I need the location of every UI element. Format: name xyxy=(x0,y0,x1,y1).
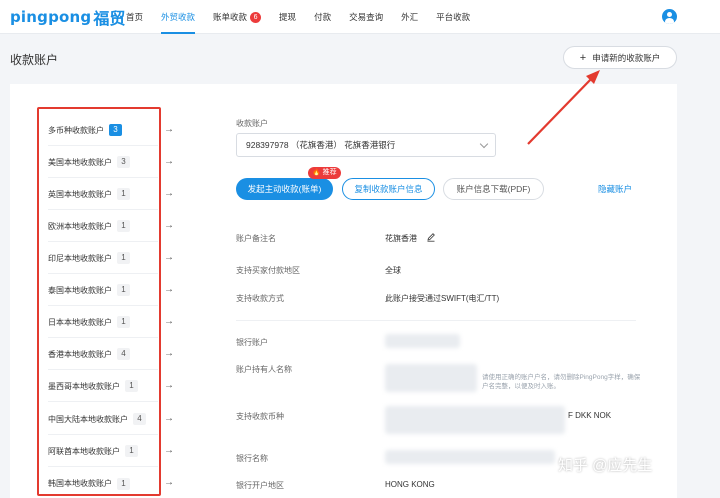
nav-item-transactions[interactable]: 交易查询 xyxy=(349,0,383,34)
nav-item-trade-receipt[interactable]: 外贸收款 xyxy=(161,0,196,34)
arrow-right-icon[interactable]: → xyxy=(164,156,174,167)
field-label: 支持收款币种 xyxy=(236,412,284,421)
account-item[interactable]: 英国本地收款账户 1 xyxy=(48,179,158,210)
nav-item-home[interactable]: 首页 xyxy=(126,0,143,34)
annotation-arrow-icon xyxy=(527,70,600,145)
field-label: 银行名称 xyxy=(236,454,268,463)
account-select-value: 928397978 （花旗香港） 花旗香港银行 xyxy=(246,140,396,150)
account-item[interactable]: 泰国本地收款账户 1 xyxy=(48,275,158,306)
divider xyxy=(236,320,636,321)
select-label: 收款账户 xyxy=(236,119,268,128)
count-badge: 3 xyxy=(109,124,122,136)
field-label: 支持收款方式 xyxy=(236,294,284,303)
arrow-right-icon[interactable]: → xyxy=(164,477,174,488)
recommend-badge: 🔥 推荐 xyxy=(308,167,341,179)
count-badge: 1 xyxy=(125,445,138,457)
copy-account-info-button[interactable]: 复制收款账户信息 xyxy=(342,178,435,200)
account-item[interactable]: 香港本地收款账户 4 xyxy=(48,339,158,370)
arrow-right-icon[interactable]: → xyxy=(164,124,174,135)
arrow-right-icon[interactable]: → xyxy=(164,252,174,263)
field-value: HONG KONG xyxy=(385,480,435,489)
arrow-right-icon[interactable]: → xyxy=(164,316,174,327)
count-badge: 1 xyxy=(117,188,130,200)
nav-item-withdraw[interactable]: 提现 xyxy=(279,0,296,34)
edit-icon[interactable] xyxy=(426,232,436,242)
arrow-right-icon[interactable]: → xyxy=(164,380,174,391)
redacted-currencies xyxy=(385,406,565,434)
account-item[interactable]: 美国本地收款账户 3 xyxy=(48,147,158,178)
arrow-right-icon[interactable]: → xyxy=(164,445,174,456)
account-item[interactable]: 欧洲本地收款账户 1 xyxy=(48,211,158,242)
account-item[interactable]: 印尼本地收款账户 1 xyxy=(48,243,158,274)
field-value: F DKK NOK xyxy=(568,411,612,420)
initiate-receipt-button[interactable]: 发起主动收款(账单) xyxy=(236,178,333,200)
redacted-bank-account xyxy=(385,334,460,348)
account-list: 多币种收款账户 3 美国本地收款账户 3 英国本地收款账户 1 欧洲本地收款账户 1 印… xyxy=(37,107,161,496)
count-badge: 1 xyxy=(117,477,130,490)
hide-account-link[interactable]: 隐藏账户 xyxy=(598,183,632,195)
account-select[interactable]: 928397978 （花旗香港） 花旗香港银行 xyxy=(236,133,496,157)
count-badge: 1 xyxy=(117,284,130,296)
field-label: 支持买家付款地区 xyxy=(236,266,300,275)
field-value: 此账户接受通过SWIFT(电汇/TT) xyxy=(385,294,500,303)
page-title: 收款账户 xyxy=(10,53,59,67)
field-value: 全球 xyxy=(385,266,401,275)
logo-text-cn: 福贸 xyxy=(93,9,126,28)
field-label: 账户持有人名称 xyxy=(236,365,292,374)
count-badge: 4 xyxy=(117,348,130,360)
pingpong-logo[interactable]: pingpong 福贸 xyxy=(10,6,125,28)
field-label: 银行账户 xyxy=(236,338,268,347)
count-badge: 1 xyxy=(117,220,130,232)
account-item[interactable]: 多币种收款账户 3 xyxy=(48,115,158,146)
top-navigation-bar: pingpong 福贸 首页 外贸收款 账单收款 6 提现 付款 交易查询 外汇 … xyxy=(0,0,720,34)
account-item[interactable]: 墨西哥本地收款账户 1 xyxy=(48,371,158,402)
user-avatar-icon[interactable] xyxy=(662,9,677,24)
download-pdf-button[interactable]: 账户信息下载(PDF) xyxy=(443,178,544,200)
field-label: 银行开户地区 xyxy=(236,481,284,490)
count-badge: 1 xyxy=(125,380,138,392)
account-item[interactable]: 阿联酋本地收款账户 1 xyxy=(48,436,158,467)
count-badge: 1 xyxy=(117,316,130,328)
field-label: 账户备注名 xyxy=(236,234,276,243)
notification-badge: 6 xyxy=(250,12,262,23)
arrow-right-icon[interactable]: → xyxy=(164,220,174,231)
nav-item-fx[interactable]: 外汇 xyxy=(401,0,418,34)
count-badge: 3 xyxy=(117,156,130,168)
zhihu-watermark: 知乎 @应先生 xyxy=(558,457,653,474)
account-item[interactable]: 日本本地收款账户 1 xyxy=(48,307,158,338)
account-item[interactable]: 韩国本地收款账户 1 xyxy=(48,468,158,498)
nav-item-bill-receipt[interactable]: 账单收款 6 xyxy=(213,0,262,34)
arrow-right-icon[interactable]: → xyxy=(164,348,174,359)
account-item[interactable]: 中国大陆本地收款账户 4 xyxy=(48,404,158,435)
chevron-down-icon xyxy=(479,139,489,149)
count-badge: 1 xyxy=(117,252,130,264)
redacted-bank-name xyxy=(385,450,555,464)
main-nav: 首页 外贸收款 账单收款 6 提现 付款 交易查询 外汇 平台收款 xyxy=(126,0,488,34)
count-badge: 4 xyxy=(133,413,146,425)
holder-name-hint: 请使用正确的账户户名，请勿删除PingPong字样，确保户名完整，以便及时入账。 xyxy=(482,374,641,390)
plus-icon: + xyxy=(579,51,587,64)
arrow-right-icon[interactable]: → xyxy=(164,188,174,199)
field-value: 花旗香港 xyxy=(385,234,417,243)
arrow-right-icon[interactable]: → xyxy=(164,284,174,295)
nav-item-platform-receipt[interactable]: 平台收款 xyxy=(436,0,470,34)
redacted-holder-name xyxy=(385,364,477,392)
logo-text-en: pingpong xyxy=(10,8,92,26)
nav-item-payment[interactable]: 付款 xyxy=(314,0,331,34)
arrow-right-icon[interactable]: → xyxy=(164,413,174,424)
apply-new-account-button[interactable]: + 申请新的收款账户 xyxy=(563,46,677,69)
